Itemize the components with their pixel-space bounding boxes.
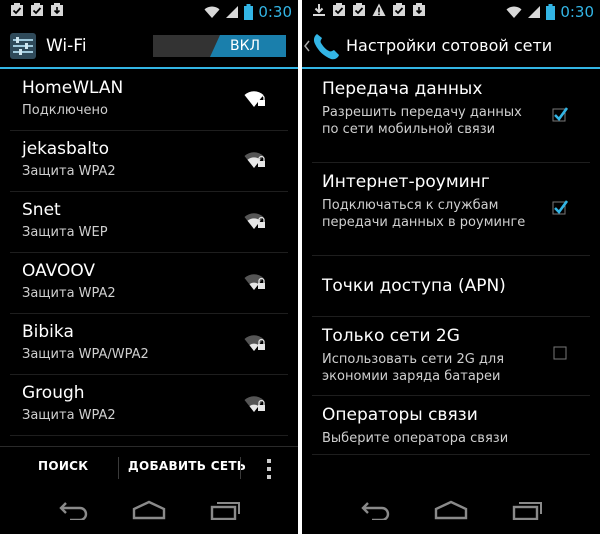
- phone-app-icon[interactable]: [311, 31, 341, 61]
- overflow-menu-icon[interactable]: [266, 458, 272, 480]
- cell-signal-icon: [226, 6, 239, 18]
- battery-icon: [546, 4, 556, 20]
- wifi-signal-icon: [506, 6, 522, 18]
- checklist-notification-icon: [393, 3, 405, 16]
- setting-title: Интернет-роуминг: [322, 172, 490, 192]
- checklist-notification-icon: [11, 3, 23, 16]
- navigation-bar: [302, 490, 600, 534]
- recent-apps-icon[interactable]: [210, 500, 242, 520]
- network-status: Защита WPA2: [22, 286, 116, 301]
- bottom-action-bar: ПОИСК ДОБАВИТЬ СЕТЬ: [0, 446, 298, 489]
- add-network-button[interactable]: ДОБАВИТЬ СЕТЬ: [128, 459, 246, 473]
- warning-icon: [372, 3, 386, 16]
- wifi-locked-icon: [244, 335, 265, 351]
- status-time: 0:30: [560, 3, 594, 21]
- status-bar: 0:30: [302, 0, 600, 25]
- wifi-network-list: HomeWLAN Подключено jekasbalto Защита WP…: [0, 70, 298, 436]
- wifi-locked-full-icon: [244, 91, 265, 107]
- network-status: Подключено: [22, 103, 108, 118]
- setting-roaming[interactable]: Интернет-роуминг Подключаться к службам …: [312, 163, 590, 256]
- page-title: Настройки сотовой сети: [346, 36, 553, 55]
- setting-title: Точки доступа (APN): [322, 276, 506, 296]
- setting-subtitle: Подключаться к службам передачи данных в…: [322, 198, 526, 230]
- network-status: Защита WPA2: [22, 408, 116, 423]
- setting-title: Передача данных: [322, 79, 483, 99]
- download-notification-icon: [413, 3, 425, 16]
- cell-signal-icon: [528, 6, 541, 18]
- setting-subtitle: Выберите оператора связи: [322, 431, 509, 446]
- status-bar: 0:30: [0, 0, 298, 25]
- checkbox-unchecked[interactable]: [552, 345, 568, 361]
- page-title: Wi-Fi: [46, 36, 87, 56]
- navigation-bar: [0, 490, 298, 534]
- home-icon[interactable]: [131, 500, 167, 520]
- wifi-signal-icon: [204, 6, 220, 18]
- network-status: Защита WPA/WPA2: [22, 347, 149, 362]
- battery-icon: [244, 4, 254, 20]
- wifi-screen: 0:30 Wi-Fi ВКЛ HomeWLAN Подключено jekas…: [0, 0, 298, 534]
- wifi-network-item[interactable]: Grough Защита WPA2: [10, 375, 288, 436]
- checkbox-checked[interactable]: [552, 199, 568, 215]
- network-status: Защита WEP: [22, 225, 108, 240]
- wifi-locked-icon: [244, 213, 265, 229]
- search-button[interactable]: ПОИСК: [38, 459, 88, 473]
- checklist-notification-icon: [333, 3, 345, 16]
- network-name: Bibika: [22, 322, 74, 342]
- setting-data-transfer[interactable]: Передача данных Разрешить передачу данны…: [312, 70, 590, 163]
- network-name: jekasbalto: [22, 139, 110, 159]
- back-icon[interactable]: [360, 500, 394, 520]
- settings-app-icon[interactable]: [10, 33, 36, 59]
- network-name: HomeWLAN: [22, 78, 124, 98]
- wifi-locked-icon: [244, 152, 265, 168]
- mobile-network-settings-screen: 0:30 Настройки сотовой сети Передача дан…: [302, 0, 600, 534]
- toggle-label: ВКЛ: [230, 38, 261, 54]
- checklist-notification-icon: [31, 3, 43, 16]
- wifi-network-item[interactable]: HomeWLAN Подключено: [10, 70, 288, 131]
- setting-operators[interactable]: Операторы связи Выберите оператора связи: [312, 396, 590, 455]
- setting-title: Только сети 2G: [322, 326, 460, 346]
- back-chevron-icon[interactable]: [304, 40, 310, 52]
- checkbox-checked[interactable]: [552, 106, 568, 122]
- back-icon[interactable]: [58, 500, 92, 520]
- setting-subtitle: Использовать сети 2G для экономии заряда…: [322, 352, 505, 384]
- network-name: Grough: [22, 383, 85, 403]
- wifi-locked-icon: [244, 274, 265, 290]
- wifi-network-item[interactable]: Bibika Защита WPA/WPA2: [10, 314, 288, 375]
- network-name: Snet: [22, 200, 61, 220]
- setting-2g-only[interactable]: Только сети 2G Использовать сети 2G для …: [312, 317, 590, 396]
- setting-access-points[interactable]: Точки доступа (APN): [312, 256, 590, 317]
- wifi-network-item[interactable]: jekasbalto Защита WPA2: [10, 131, 288, 192]
- settings-list: Передача данных Разрешить передачу данны…: [302, 70, 600, 455]
- wifi-toggle[interactable]: ВКЛ: [153, 35, 286, 57]
- action-bar: Wi-Fi ВКЛ: [0, 25, 298, 69]
- checklist-notification-icon: [353, 3, 365, 16]
- home-icon[interactable]: [433, 500, 469, 520]
- status-time: 0:30: [258, 3, 292, 21]
- wifi-network-item[interactable]: Snet Защита WEP: [10, 192, 288, 253]
- download-icon: [313, 4, 325, 16]
- setting-subtitle: Разрешить передачу данных по сети мобиль…: [322, 105, 522, 137]
- download-notification-icon: [51, 3, 63, 16]
- wifi-locked-icon: [244, 396, 265, 412]
- recent-apps-icon[interactable]: [512, 500, 544, 520]
- wifi-network-item[interactable]: OAVOOV Защита WPA2: [10, 253, 288, 314]
- network-status: Защита WPA2: [22, 164, 116, 179]
- network-name: OAVOOV: [22, 261, 96, 281]
- action-bar: Настройки сотовой сети: [302, 25, 600, 69]
- setting-title: Операторы связи: [322, 405, 478, 425]
